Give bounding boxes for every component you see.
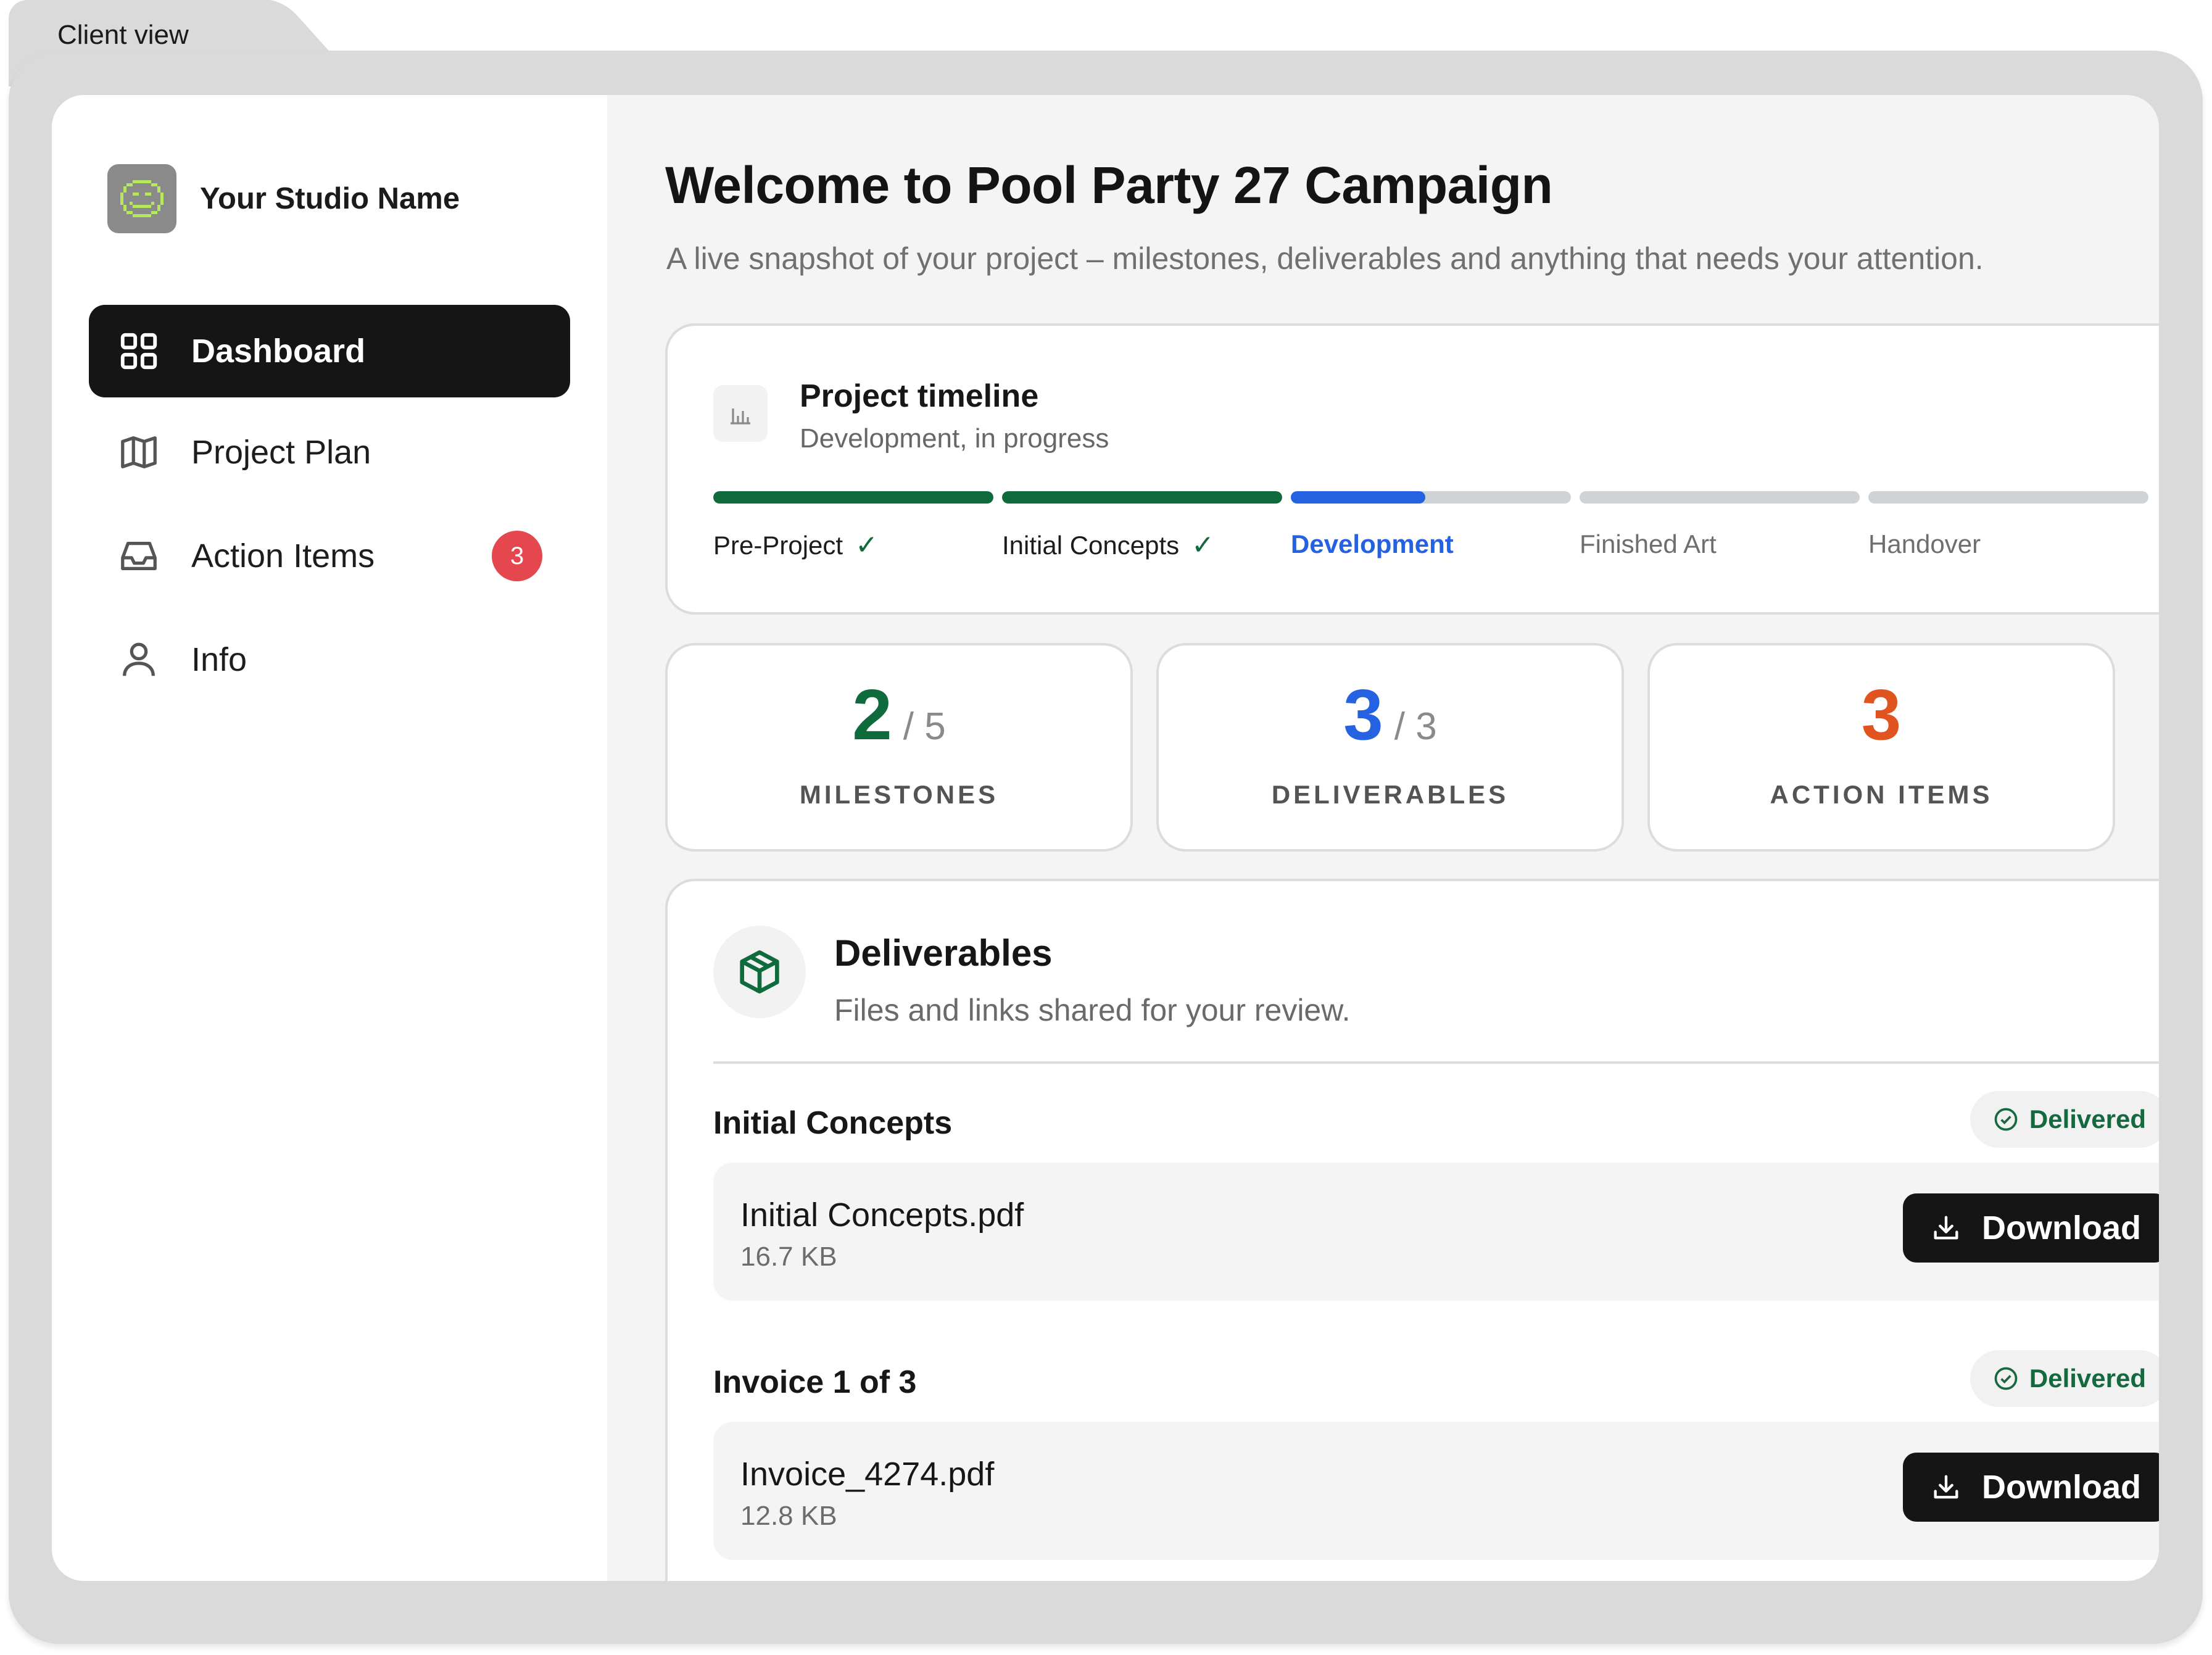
deliverables-card: Deliverables Files and links shared for … [665,879,2159,1581]
timeline-stage-development: Development [1291,491,1571,559]
timeline-stage-finished-art: Finished Art [1580,491,1860,559]
timeline-stage-handover: Handover [1868,491,2148,559]
action-items-label: ACTION ITEMS [1770,780,1993,809]
deliverables-stat-card[interactable]: 3 / 3 DELIVERABLES [1156,643,1624,852]
check-circle-icon [1994,1108,2018,1131]
status-text: Delivered [2029,1364,2146,1393]
action-items-count: 3 [1861,674,1902,755]
download-button[interactable]: Download [1903,1193,2159,1263]
stage-progress-bar [1868,491,2148,504]
status-badge: Delivered [1970,1350,2159,1407]
page-title: Welcome to Pool Party 27 Campaign [665,156,1553,214]
deliverable-group-title: Invoice 1 of 3 [713,1364,917,1400]
file-row: Invoice_4274.pdf 12.8 KB Download [713,1422,2159,1560]
timeline-stage-initial-concepts: Initial Concepts ✓ [1002,491,1282,561]
deliverables-label: DELIVERABLES [1271,780,1509,809]
file-row: Initial Concepts.pdf 16.7 KB Download [713,1163,2159,1301]
check-icon: ✓ [855,530,878,560]
studio-logo-icon [107,164,176,233]
deliverables-count: 3 [1343,674,1383,755]
studio-name: Your Studio Name [200,182,460,215]
stage-label: Handover [1868,529,1981,558]
download-icon [1934,1475,1958,1499]
grid-icon [120,333,157,370]
deliverable-group-title: Initial Concepts [713,1105,953,1141]
deliverables-total: / 3 [1394,705,1437,748]
stage-label: Pre-Project [713,530,843,560]
deliverables-title: Deliverables [834,932,1053,974]
check-circle-icon [1994,1367,2018,1390]
milestones-count: 2 [852,674,892,755]
sidebar-item-label: Info [191,641,247,678]
stage-progress-bar [1002,491,1282,504]
page-subtitle: A live snapshot of your project – milest… [666,241,1984,276]
sidebar-item-dashboard[interactable]: Dashboard [89,305,570,397]
package-icon [713,926,806,1018]
stage-label: Finished Art [1580,529,1717,558]
project-timeline-card: Project timeline Development, in progres… [665,323,2159,615]
sidebar-item-label: Action Items [191,537,375,574]
sidebar-item-label: Dashboard [191,333,366,370]
file-name: Initial Concepts.pdf [740,1197,1024,1234]
action-items-count-badge: 3 [492,531,542,581]
timeline-title: Project timeline [800,378,1039,414]
sidebar: Your Studio Name Dashboard Project Plan … [52,95,607,1581]
timeline-subtitle: Development, in progress [800,423,1109,454]
deliverables-subtitle: Files and links shared for your review. [834,993,1351,1027]
map-icon [121,436,157,468]
status-badge: Delivered [1970,1091,2159,1148]
inbox-icon [121,541,157,571]
stage-label: Initial Concepts [1002,530,1180,560]
sidebar-item-info[interactable]: Info [89,613,570,706]
user-icon [123,642,155,676]
status-text: Delivered [2029,1105,2146,1134]
app-window: Your Studio Name Dashboard Project Plan … [52,95,2159,1581]
stage-progress-bar [1580,491,1860,504]
action-items-stat-card[interactable]: 3 ACTION ITEMS [1647,643,2115,852]
folder-label: Client view [57,20,189,50]
file-size: 12.8 KB [740,1501,837,1531]
main-content: Welcome to Pool Party 27 Campaign A live… [607,95,2159,1581]
timeline-stage-pre-project: Pre-Project ✓ [713,491,993,561]
download-icon [1934,1216,1958,1240]
check-icon: ✓ [1191,530,1215,560]
sidebar-item-action-items[interactable]: Action Items 3 [89,510,570,602]
studio-header[interactable]: Your Studio Name [107,164,460,233]
milestones-stat-card[interactable]: 2 / 5 MILESTONES [665,643,1133,852]
milestones-label: MILESTONES [799,780,999,809]
sidebar-item-project-plan[interactable]: Project Plan [89,406,570,499]
stage-progress-bar [713,491,993,504]
download-label: Download [1982,1469,2141,1506]
download-button[interactable]: Download [1903,1453,2159,1522]
download-label: Download [1982,1209,2141,1246]
milestones-total: / 5 [903,705,946,748]
file-size: 16.7 KB [740,1242,837,1272]
file-name: Invoice_4274.pdf [740,1456,995,1493]
bar-chart-icon [713,385,768,442]
sidebar-item-label: Project Plan [191,434,371,471]
divider [713,1061,2159,1064]
stage-label: Development [1291,529,1454,558]
stage-progress-bar [1291,491,1571,504]
